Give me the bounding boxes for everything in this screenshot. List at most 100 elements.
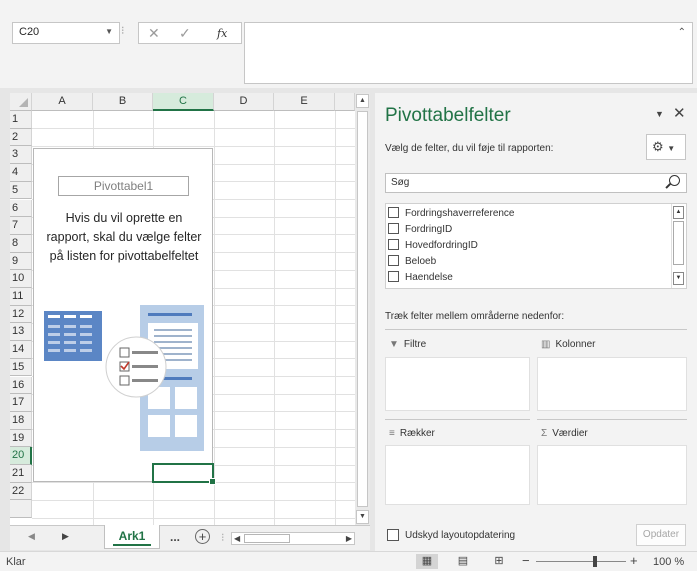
checkbox[interactable] [388, 239, 399, 250]
more-sheets-button[interactable]: ... [170, 530, 180, 544]
columns-drop-area[interactable] [537, 357, 687, 411]
row-header[interactable]: 5 [10, 181, 32, 200]
field-label: Fordringshaverreference [405, 208, 515, 219]
row-header[interactable]: 19 [10, 429, 32, 448]
defer-update-row[interactable]: Udskyd layoutopdatering [387, 529, 515, 541]
prev-sheet-icon[interactable]: ◀ [28, 531, 35, 542]
select-all-corner[interactable] [10, 93, 32, 111]
row-header[interactable]: 1 [10, 111, 32, 129]
formula-area: C20 ▼ ⁝ ✕ ✓ fx ⌃ [0, 0, 697, 88]
row-header[interactable]: 6 [10, 199, 32, 218]
row-header[interactable]: 21 [10, 465, 32, 483]
scroll-right-icon[interactable]: ▶ [346, 533, 352, 544]
vertical-scrollbar[interactable]: ▲ ▼ [355, 93, 370, 525]
page-break-view-icon[interactable]: ⊞ [488, 554, 510, 569]
pivot-illustration-icon [44, 305, 204, 451]
row-header[interactable]: 14 [10, 341, 32, 359]
field-item[interactable]: Beloeb [388, 255, 436, 271]
formula-input[interactable]: ⌃ [244, 22, 693, 84]
row-header[interactable]: 3 [10, 146, 32, 165]
scroll-down-icon[interactable]: ▼ [673, 272, 684, 285]
field-list-scrollbar[interactable]: ▲ ▼ [671, 204, 686, 288]
row-header[interactable] [10, 500, 32, 519]
scroll-up-icon[interactable]: ▲ [673, 206, 684, 219]
horizontal-scroll-thumb[interactable] [244, 534, 290, 543]
scroll-down-icon[interactable]: ▼ [356, 510, 369, 524]
row-header[interactable]: 11 [10, 288, 32, 306]
row-header[interactable]: 17 [10, 394, 32, 412]
scroll-left-icon[interactable]: ◀ [234, 533, 240, 544]
gear-icon[interactable]: ⚙ ▼ [646, 134, 686, 160]
enter-icon[interactable]: ✓ [179, 25, 191, 42]
checkbox[interactable] [388, 223, 399, 234]
horizontal-scrollbar[interactable]: ◀ ▶ [231, 532, 355, 545]
checkbox[interactable] [388, 207, 399, 218]
field-item[interactable]: Haendelse [388, 271, 453, 287]
field-item[interactable]: HovedfordringID [388, 239, 478, 255]
row-header[interactable]: 7 [10, 217, 32, 235]
defer-update-checkbox[interactable] [387, 529, 399, 541]
row-header[interactable]: 2 [10, 128, 32, 147]
search-input[interactable]: Søg [385, 173, 687, 193]
row-header[interactable]: 10 [10, 270, 32, 288]
column-header-d[interactable]: D [214, 93, 274, 111]
collapse-formula-bar-icon[interactable]: ⌃ [678, 27, 686, 38]
drag-instruction: Træk felter mellem områderne nedenfor: [385, 311, 565, 322]
insert-function-icon[interactable]: fx [217, 27, 227, 40]
row-header[interactable]: 22 [10, 482, 32, 501]
zoom-slider[interactable] [536, 556, 626, 567]
gridline [32, 146, 355, 147]
divider [385, 419, 530, 420]
cancel-icon[interactable]: ✕ [148, 25, 160, 42]
selected-cell[interactable] [152, 463, 216, 485]
pane-options-dropdown-icon[interactable]: ▼ [655, 109, 664, 119]
rows-drop-area[interactable] [385, 445, 530, 505]
field-item[interactable]: FordringID [388, 223, 452, 239]
row-header[interactable]: 15 [10, 358, 32, 377]
field-list[interactable]: Fordringshaverreference FordringID Hoved… [385, 203, 687, 289]
column-header-f[interactable] [335, 93, 355, 111]
sheet-tab-ark1[interactable]: Ark1 [104, 525, 160, 549]
pane-title: Pivottabelfelter [385, 105, 511, 126]
row-header[interactable]: 12 [10, 305, 32, 324]
row-header[interactable]: 8 [10, 234, 32, 253]
column-header-c[interactable]: C [153, 93, 214, 111]
close-icon[interactable]: ✕ [673, 104, 686, 122]
scroll-up-icon[interactable]: ▲ [356, 94, 369, 108]
field-list-scroll-thumb[interactable] [673, 221, 684, 265]
formula-bar-grip-icon: ⁝ [121, 25, 125, 37]
update-button[interactable]: Opdater [636, 524, 686, 546]
row-header[interactable]: 9 [10, 252, 32, 271]
row-header-selected[interactable]: 20 [10, 447, 32, 465]
row-header[interactable]: 4 [10, 164, 32, 182]
values-drop-area[interactable] [537, 445, 687, 505]
filter-icon: ▼ [389, 339, 399, 350]
page-layout-view-icon[interactable]: ▤ [452, 554, 474, 569]
search-icon[interactable] [669, 175, 680, 186]
name-box-dropdown-icon[interactable]: ▼ [105, 27, 113, 36]
checkbox[interactable] [388, 271, 399, 282]
filters-drop-area[interactable] [385, 357, 530, 411]
add-sheet-icon[interactable]: + [195, 529, 210, 544]
field-instruction: Vælg de felter, du vil føje til rapporte… [385, 143, 554, 154]
column-header-a[interactable]: A [32, 93, 93, 111]
zoom-level[interactable]: 100 % [653, 556, 684, 568]
column-header-e[interactable]: E [274, 93, 335, 111]
zoom-out-button[interactable]: − [522, 553, 530, 568]
row-header[interactable]: 18 [10, 411, 32, 430]
name-box[interactable]: C20 ▼ [12, 22, 120, 44]
field-item[interactable]: Fordringshaverreference [388, 207, 515, 223]
next-sheet-icon[interactable]: ▶ [62, 531, 69, 542]
column-header-b[interactable]: B [93, 93, 153, 111]
tab-splitter-icon[interactable]: ⁝ [221, 531, 225, 544]
row-header[interactable]: 16 [10, 376, 32, 395]
normal-view-icon[interactable]: ▦ [416, 554, 438, 569]
row-header[interactable]: 13 [10, 323, 32, 342]
pivot-table-placeholder[interactable]: Pivottabel1 Hvis du vil oprette en rappo… [33, 148, 213, 482]
gridline [274, 111, 275, 525]
checkbox[interactable] [388, 255, 399, 266]
zoom-in-button[interactable]: + [630, 553, 638, 568]
zoom-slider-knob[interactable] [593, 556, 597, 567]
formula-buttons: ✕ ✓ fx [138, 22, 242, 44]
scroll-thumb[interactable] [357, 111, 368, 507]
